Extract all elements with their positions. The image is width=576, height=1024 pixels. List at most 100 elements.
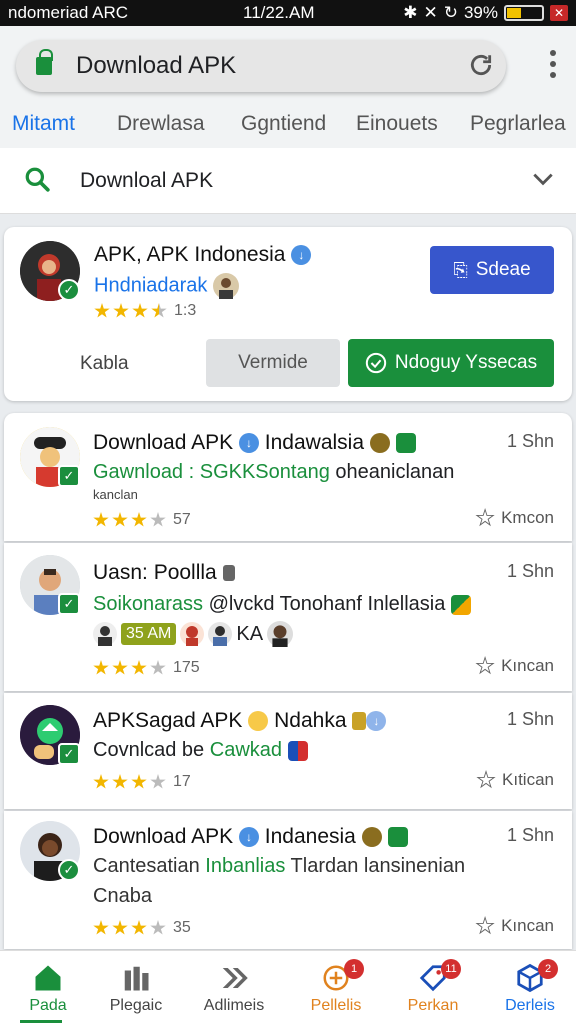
tab-bar: Mitamt Drewlasa Ggntiend Einouets Pegrla… (0, 104, 576, 148)
url-bar[interactable]: Download APK (16, 40, 506, 92)
vermide-button[interactable]: Vermide (206, 339, 340, 387)
flag-icon (450, 594, 471, 615)
reload-icon[interactable] (468, 52, 494, 78)
status-bar: ndomeriad ARC 11/22.AM ✱ ✕ ↻ 39% ✕ (0, 0, 576, 26)
status-icons: ✱ ✕ ↻ 39% ✕ (403, 3, 568, 23)
apps-icon (124, 966, 149, 991)
nav-label: Plegaic (109, 997, 163, 1014)
sdeae-button[interactable]: ⎘ Sdeae (430, 246, 554, 294)
item-rating: 17 (93, 773, 191, 791)
verified-badge-icon: ✓ (58, 743, 80, 765)
nav-label: Derleis (505, 997, 555, 1014)
verified-badge-icon: ✓ (58, 593, 80, 615)
status-time: 11/22.AM (243, 3, 315, 22)
home-icon (35, 965, 61, 991)
url-title: Download APK (76, 52, 237, 79)
forward-icon (222, 968, 248, 988)
nav-label: Pada (29, 997, 67, 1014)
item-rating: 175 (93, 659, 200, 677)
nav-item-plegaic[interactable]: Plegaic (88, 951, 184, 1024)
verified-icon: ↓ (238, 827, 259, 848)
participants-row: 35 AM KA (93, 621, 294, 647)
favorite-button[interactable]: Kmcon (475, 508, 554, 528)
notification-badge: 2 (538, 959, 558, 979)
list-item[interactable]: ✓ Download APK ↓ Indawalsia 1 Shn Gawnlo… (4, 413, 572, 541)
verified-badge-icon: ✓ (58, 465, 80, 487)
featured-rating: 1:3 (94, 302, 196, 320)
featured-title: APK, APK Indonesia ↓ (94, 243, 312, 267)
browser-bar: Download APK (0, 26, 576, 104)
item-time: 1 Shn (506, 561, 554, 581)
item-rating: 57 (93, 511, 191, 529)
user-avatar-icon (267, 621, 294, 647)
nav-label: Perkan (407, 997, 459, 1014)
verified-icon: ↓ (238, 433, 259, 454)
item-time: 1 Shn (506, 825, 554, 845)
active-indicator (20, 1020, 62, 1023)
user-avatar-icon (208, 622, 233, 646)
notification-badge: 11 (441, 959, 461, 979)
item-description: Cantesatian Inbanlias Tlardan lansinenia… (93, 855, 466, 877)
document-icon: ⎘ (453, 259, 468, 280)
item-title: Download APK ↓ Indanesia (93, 825, 408, 849)
verified-icon: ↓ (366, 711, 387, 732)
tab-drewlasa[interactable]: Drewlasa (117, 112, 205, 136)
nav-item-pellelis[interactable]: 1 Pellelis (288, 951, 384, 1024)
favorite-button[interactable]: Kıtican (476, 770, 554, 790)
battery-icon (504, 5, 544, 21)
check-circle-icon (365, 352, 387, 374)
search-icon (25, 167, 50, 192)
kabla-button[interactable]: Kabla (80, 353, 129, 375)
search-bar[interactable]: Downloal APK (0, 148, 576, 214)
star-outline-icon (475, 508, 495, 527)
emoji-icon (248, 711, 269, 732)
tab-mitamt[interactable]: Mitamt (12, 112, 75, 136)
user-avatar-icon (180, 622, 205, 646)
primary-action-button[interactable]: Ndoguy Yssecas (348, 339, 554, 387)
item-description: Gawnload : SGKKSontang oheaniclanan (93, 461, 455, 483)
item-title: Download APK ↓ Indawalsia (93, 431, 416, 455)
tab-pegrlarlea[interactable]: Pegrlarlea (470, 112, 566, 136)
author-avatar-icon (212, 273, 239, 299)
item-description: Soikonarass @lvckd Tonohanf Inlellasia (93, 593, 471, 616)
coin-icon (369, 433, 390, 454)
featured-subtitle: Hndniadarak (94, 273, 239, 299)
item-title: APKSagad APK Ndahka ↓ (93, 709, 387, 733)
close-icon: ✕ (550, 5, 568, 21)
carrier-label: ndomeriad ARC (8, 3, 129, 22)
app-icon (387, 827, 408, 848)
verified-badge-icon: ✓ (58, 859, 80, 881)
item-time: 1 Shn (506, 431, 554, 451)
star-outline-icon (476, 770, 496, 789)
item-description: Covnlcad be Cawkad (93, 739, 308, 762)
item-meta: kanclan (93, 487, 138, 502)
search-input[interactable]: Downloal APK (80, 169, 213, 193)
favorite-button[interactable]: Kıncan (475, 656, 554, 676)
item-title: Uasn: Poollla (93, 561, 235, 585)
featured-card[interactable]: ✓ APK, APK Indonesia ↓ Hndniadarak 1:3 ⎘… (4, 227, 572, 401)
battery-percent: 39% (463, 3, 498, 22)
verified-badge-icon: ✓ (58, 279, 80, 301)
tab-einouets[interactable]: Einouets (356, 112, 438, 136)
lock-icon (352, 712, 367, 731)
bottom-nav: Pada Plegaic Adlimeis 1 Pellelis 11 Perk… (0, 950, 576, 1024)
item-meta: Cnaba (93, 885, 152, 907)
nav-item-pada[interactable]: Pada (0, 951, 96, 1024)
user-avatar-icon (93, 622, 117, 646)
nav-item-adlimeis[interactable]: Adlimeis (186, 951, 282, 1024)
sync-icon: ↻ (443, 3, 458, 22)
tab-ggntiend[interactable]: Ggntiend (241, 112, 326, 136)
nav-item-perkan[interactable]: 11 Perkan (385, 951, 481, 1024)
flag-icon (287, 740, 308, 761)
list-item[interactable]: ✓ Download APK ↓ Indanesia 1 Shn Cantesa… (4, 811, 572, 949)
list-item[interactable]: ✓ APKSagad APK Ndahka ↓ 1 Shn Covnlcad b… (4, 693, 572, 809)
chevron-down-icon[interactable] (530, 166, 556, 192)
nav-item-derleis[interactable]: 2 Derleis (482, 951, 576, 1024)
star-outline-icon (475, 656, 495, 675)
lock-icon (222, 565, 235, 582)
more-menu-icon[interactable] (550, 50, 556, 78)
lock-icon (36, 49, 53, 75)
list-item[interactable]: ✓ Uasn: Poollla 1 Shn Soikonarass @lvckd… (4, 543, 572, 691)
participants-suffix: KA (236, 622, 264, 645)
favorite-button[interactable]: Kıncan (475, 916, 554, 936)
